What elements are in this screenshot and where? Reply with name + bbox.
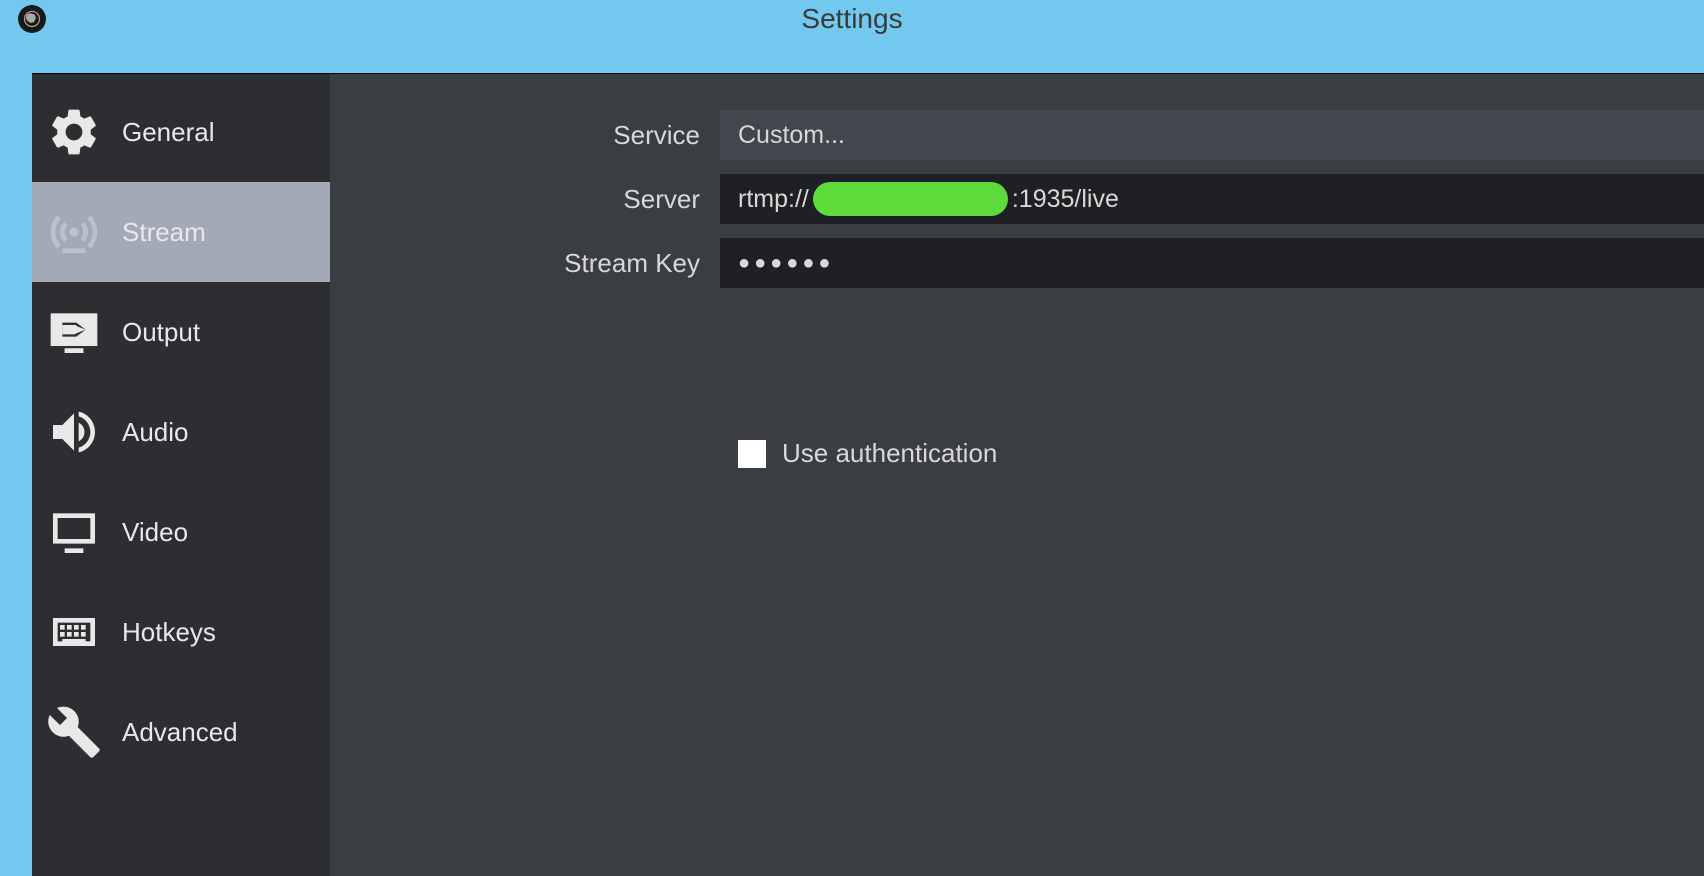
stream-key-input[interactable]: ●●●●●● bbox=[720, 238, 1704, 288]
sidebar-item-hotkeys[interactable]: Hotkeys bbox=[32, 582, 330, 682]
use-auth-label: Use authentication bbox=[782, 438, 997, 469]
stream-settings-panel: Service Custom... Server rtmp:// :1935/l… bbox=[330, 74, 1704, 876]
sidebar-item-stream[interactable]: Stream bbox=[32, 182, 330, 282]
sidebar-item-label: Output bbox=[122, 317, 200, 348]
window-title: Settings bbox=[426, 3, 1278, 35]
keyboard-icon bbox=[44, 602, 104, 662]
service-row: Service Custom... bbox=[330, 110, 1704, 160]
sidebar-item-advanced[interactable]: Advanced bbox=[32, 682, 330, 782]
stream-key-row: Stream Key ●●●●●● bbox=[330, 238, 1704, 288]
sidebar-item-label: Stream bbox=[122, 217, 206, 248]
sidebar-item-audio[interactable]: Audio bbox=[32, 382, 330, 482]
settings-sidebar: General Stream Output Audio Video bbox=[32, 74, 330, 876]
speaker-icon bbox=[44, 402, 104, 462]
stream-key-masked: ●●●●●● bbox=[738, 252, 834, 275]
sidebar-item-video[interactable]: Video bbox=[32, 482, 330, 582]
sidebar-item-label: Advanced bbox=[122, 717, 238, 748]
settings-window: General Stream Output Audio Video bbox=[32, 73, 1704, 876]
titlebar: Settings bbox=[0, 0, 1704, 38]
service-label: Service bbox=[330, 120, 720, 151]
sidebar-item-general[interactable]: General bbox=[32, 82, 330, 182]
server-url-prefix: rtmp:// bbox=[738, 185, 809, 214]
use-auth-checkbox[interactable] bbox=[738, 440, 766, 468]
stream-key-label: Stream Key bbox=[330, 248, 720, 279]
service-dropdown[interactable]: Custom... bbox=[720, 110, 1704, 160]
gear-icon bbox=[44, 102, 104, 162]
output-icon bbox=[44, 302, 104, 362]
server-input[interactable]: rtmp:// :1935/live bbox=[720, 174, 1704, 224]
server-url-suffix: :1935/live bbox=[1012, 185, 1119, 214]
sidebar-item-label: General bbox=[122, 117, 215, 148]
service-value: Custom... bbox=[738, 121, 845, 150]
monitor-icon bbox=[44, 502, 104, 562]
sidebar-item-output[interactable]: Output bbox=[32, 282, 330, 382]
tools-icon bbox=[44, 702, 104, 762]
use-auth-row: Use authentication bbox=[330, 438, 1704, 469]
sidebar-item-label: Hotkeys bbox=[122, 617, 216, 648]
sidebar-item-label: Video bbox=[122, 517, 188, 548]
server-label: Server bbox=[330, 184, 720, 215]
obs-app-icon bbox=[18, 5, 46, 33]
server-row: Server rtmp:// :1935/live bbox=[330, 174, 1704, 224]
server-redacted-host bbox=[813, 182, 1008, 216]
broadcast-icon bbox=[44, 202, 104, 262]
sidebar-item-label: Audio bbox=[122, 417, 189, 448]
